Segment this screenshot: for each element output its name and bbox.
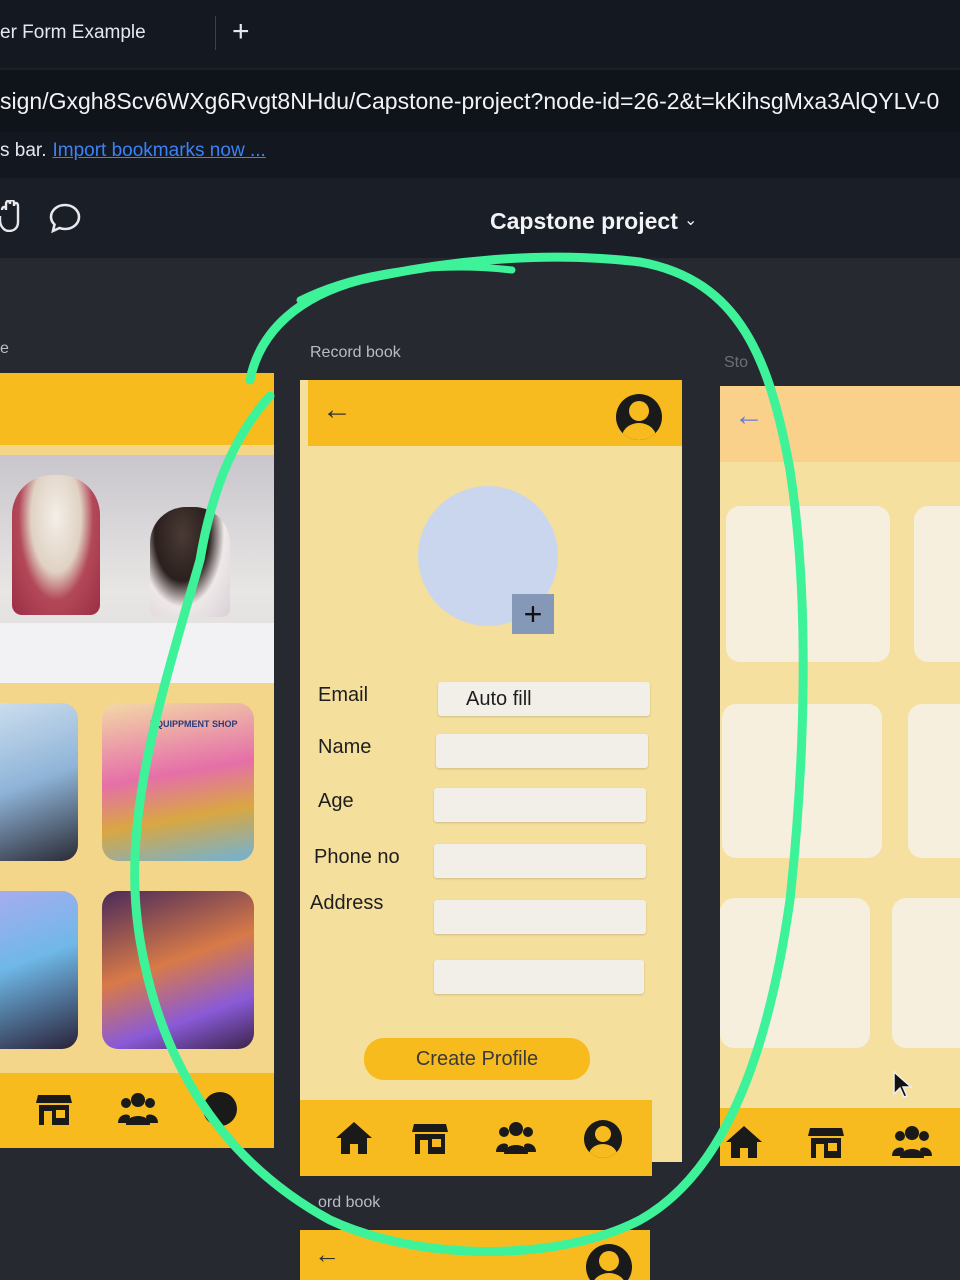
profile-icon[interactable]	[586, 1244, 632, 1280]
hero-image	[0, 455, 274, 683]
import-bookmarks-link[interactable]: Import bookmarks now ...	[52, 140, 265, 161]
store-icon[interactable]	[806, 1124, 846, 1160]
tab-title[interactable]: er Form Example	[0, 22, 146, 44]
left-frame-bottom-nav	[0, 1073, 274, 1148]
add-photo-button[interactable]: +	[512, 594, 554, 634]
bookmarks-bar-text: s bar. Import bookmarks now ...	[0, 140, 266, 162]
back-arrow-icon[interactable]: ←	[734, 396, 764, 436]
phone-field[interactable]	[434, 844, 646, 878]
right-frame-bottom-nav	[720, 1108, 960, 1166]
record-book-header: ←	[308, 380, 682, 446]
cat-illustration	[150, 507, 230, 617]
cat-game-thumbnail[interactable]	[0, 891, 78, 1049]
right-frame-header: ←	[720, 386, 960, 462]
back-arrow-icon[interactable]: ←	[314, 1234, 340, 1274]
store-icon[interactable]	[34, 1091, 74, 1127]
profile-icon-head	[599, 1251, 619, 1271]
store-icon[interactable]	[410, 1120, 450, 1156]
store-card[interactable]	[720, 898, 870, 1048]
design-canvas[interactable]: e Record book Sto EQUIPPMENT SHOP ← + Em…	[0, 258, 960, 1280]
store-card[interactable]	[914, 506, 960, 662]
left-frame-label[interactable]: e	[0, 340, 9, 358]
age-field[interactable]	[434, 788, 646, 822]
address-line-2-field[interactable]	[434, 960, 644, 994]
phone-label: Phone no	[314, 846, 400, 868]
profile-icon-head	[595, 1126, 611, 1142]
hand-icon[interactable]	[0, 200, 22, 232]
lower-frame-label[interactable]: ord book	[318, 1194, 380, 1212]
store-card[interactable]	[892, 898, 960, 1048]
record-book-frame[interactable]: ← + Email Auto fill Name Age Phone no Ad…	[300, 380, 682, 1176]
lower-record-book-frame[interactable]: ←	[300, 1230, 650, 1280]
email-label: Email	[318, 684, 369, 706]
address-label: Address	[310, 892, 384, 914]
vet-thumbnail[interactable]	[0, 703, 78, 861]
create-profile-button[interactable]: Create Profile	[364, 1038, 590, 1080]
address-bar[interactable]: sign/Gxgh8Scv6WXg6Rvgt8NHdu/Capstone-pro…	[0, 70, 960, 132]
age-label: Age	[318, 790, 354, 812]
name-label: Name	[318, 736, 372, 758]
community-icon[interactable]	[892, 1124, 932, 1160]
figma-toolbar: Capstone project ⌄	[0, 178, 960, 258]
address-field[interactable]	[434, 900, 646, 934]
bookmarks-prefix: s bar.	[0, 140, 47, 161]
left-frame-header	[0, 373, 274, 445]
profile-icon[interactable]	[200, 1091, 240, 1127]
back-arrow-icon[interactable]: ←	[322, 390, 352, 430]
left-frame-home[interactable]: EQUIPPMENT SHOP	[0, 373, 274, 1148]
browser-tab-bar: er Form Example +	[0, 0, 960, 68]
comment-icon[interactable]	[48, 202, 82, 234]
dog-illustration	[12, 475, 100, 615]
name-field[interactable]	[436, 734, 648, 768]
community-icon[interactable]	[496, 1120, 536, 1156]
new-tab-button[interactable]: +	[232, 14, 250, 50]
tab-separator	[215, 16, 216, 50]
profile-icon[interactable]	[616, 394, 662, 440]
profile-icon-head	[629, 401, 649, 421]
right-frame-label[interactable]: Sto	[724, 354, 748, 372]
record-book-bottom-nav	[300, 1100, 652, 1176]
url-text[interactable]: sign/Gxgh8Scv6WXg6Rvgt8NHdu/Capstone-pro…	[0, 88, 939, 115]
profile-icon[interactable]	[584, 1120, 622, 1158]
store-card[interactable]	[908, 704, 960, 858]
profile-icon-body	[622, 423, 656, 440]
mouse-cursor-icon	[893, 1070, 913, 1098]
profile-icon-body	[592, 1273, 626, 1280]
chevron-down-icon[interactable]: ⌄	[684, 210, 697, 230]
bookmarks-bar: s bar. Import bookmarks now ...	[0, 132, 960, 178]
home-icon[interactable]	[724, 1124, 764, 1160]
right-frame-store[interactable]: ←	[720, 386, 960, 1166]
store-card[interactable]	[726, 506, 890, 662]
home-icon[interactable]	[334, 1120, 374, 1156]
equipment-shop-thumbnail[interactable]: EQUIPPMENT SHOP	[102, 703, 254, 861]
email-field[interactable]: Auto fill	[438, 682, 650, 716]
equipment-shop-sign: EQUIPPMENT SHOP	[150, 719, 238, 729]
center-frame-label[interactable]: Record book	[310, 344, 401, 362]
table-illustration	[0, 623, 274, 683]
pets-group-thumbnail[interactable]	[102, 891, 254, 1049]
community-icon[interactable]	[118, 1091, 158, 1127]
store-card[interactable]	[722, 704, 882, 858]
profile-icon-body	[589, 1144, 617, 1158]
project-title[interactable]: Capstone project	[490, 208, 678, 235]
